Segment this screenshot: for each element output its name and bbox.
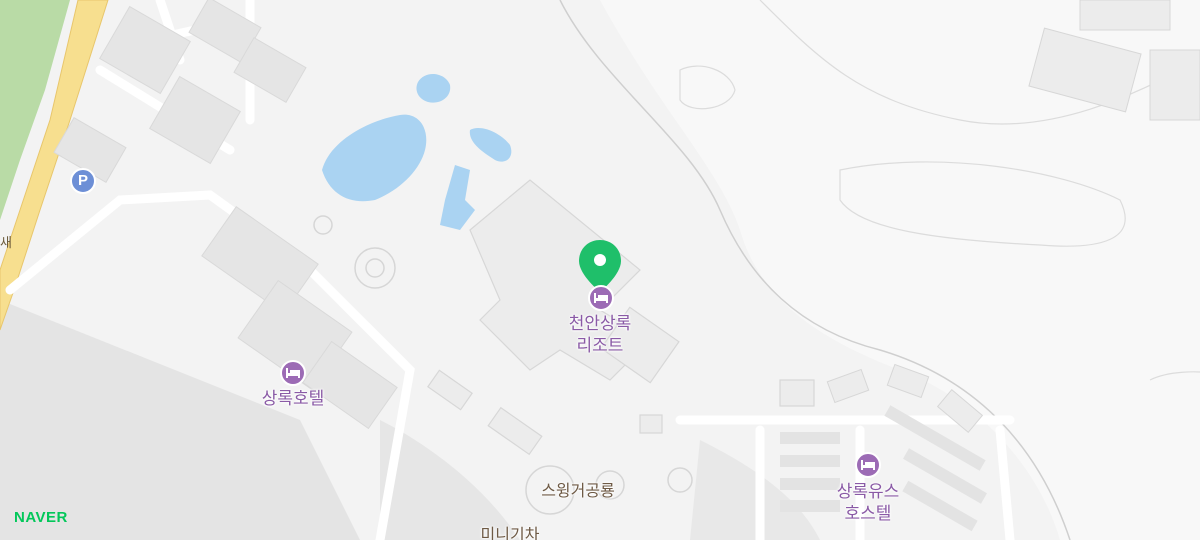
road-name-label: 새 (0, 236, 12, 251)
place-label-hotel[interactable]: 상록호텔 (233, 388, 353, 410)
place-name-line1: 상록유스 (836, 482, 900, 502)
hotel-icon[interactable] (280, 360, 306, 386)
place-label-youth-hostel[interactable]: 상록유스 호스텔 (808, 481, 928, 525)
selected-place-name-line1: 천안상록 (568, 314, 632, 334)
naver-logo: NAVER (14, 509, 68, 526)
landmark-label-dinosaur-swing[interactable]: 스윙거공룡 (518, 480, 638, 502)
hotel-icon[interactable] (855, 452, 881, 478)
selected-place-label[interactable]: 천안상록 리조트 (540, 313, 660, 357)
map-view[interactable]: P 새 천안상록 리조트 상록호텔 상록유스 호스텔 스윙거공룡 미니기차 NA… (0, 0, 1200, 540)
hotel-icon[interactable] (588, 285, 614, 311)
selected-place-name-line2: 리조트 (576, 336, 624, 356)
place-name-line2: 호스텔 (844, 504, 892, 524)
parking-icon[interactable]: P (70, 168, 96, 194)
place-name-line1: 상록호텔 (261, 389, 325, 409)
landmark-label-mini-train[interactable]: 미니기차 (460, 524, 560, 540)
